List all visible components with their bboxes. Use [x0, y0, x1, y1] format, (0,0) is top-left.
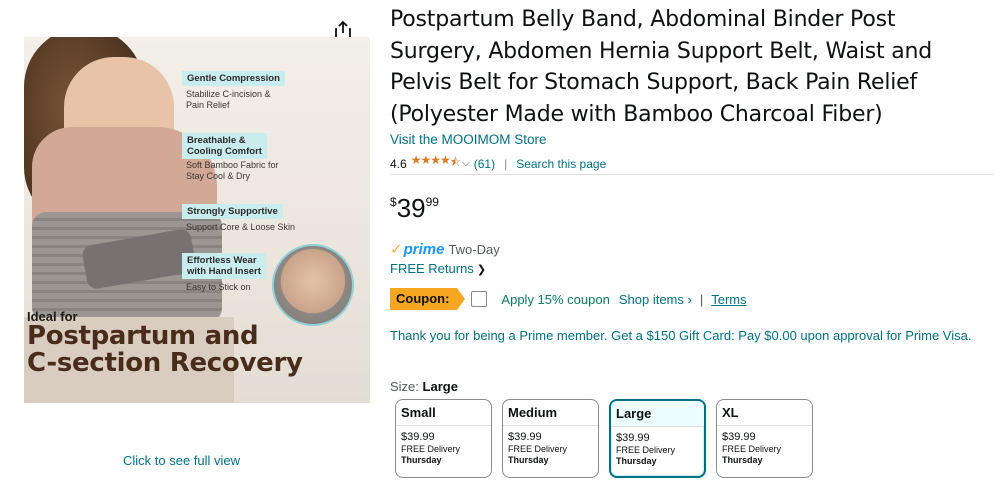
- feature-gentle-compression-desc: Stabilize C-incision &: [186, 89, 271, 99]
- free-returns-link[interactable]: FREE Returns ❯: [390, 261, 486, 276]
- size-price: $39.99: [616, 432, 650, 444]
- price-fraction: 99: [425, 195, 439, 209]
- feature-breathable-desc: Soft Bamboo Fabric for: [186, 160, 279, 170]
- size-delivery: FREE Delivery: [722, 444, 782, 454]
- size-label-prefix: Size:: [390, 379, 419, 394]
- coupon-separator: |: [699, 291, 704, 307]
- shop-items-link[interactable]: Shop items ›: [619, 292, 692, 307]
- price: $3999: [390, 193, 439, 224]
- size-option-xl[interactable]: XL $39.99 FREE Delivery Thursday: [716, 399, 813, 478]
- feature-strongly-supportive: Strongly Supportive: [182, 204, 283, 219]
- size-price: $39.99: [401, 431, 435, 443]
- rating-score: 4.6: [390, 156, 407, 171]
- rating-separator: |: [504, 156, 508, 171]
- headline-line-1: Postpartum and: [27, 321, 259, 351]
- price-whole: 39: [396, 193, 426, 223]
- star-rating-icon[interactable]: ★ ★ ★ ★ ⯪: [411, 153, 461, 174]
- feature-effortless-line-2: with Hand Insert: [187, 266, 261, 277]
- size-price: $39.99: [508, 431, 542, 443]
- size-delivery: FREE Delivery: [508, 444, 568, 454]
- chevron-down-icon: ❯: [476, 264, 487, 276]
- size-delivery-day: Thursday: [722, 455, 763, 465]
- divider: [390, 174, 994, 175]
- feature-breathable: Breathable & Cooling Comfort: [182, 133, 267, 159]
- size-delivery-day: Thursday: [616, 456, 657, 466]
- size-delivery-day: Thursday: [401, 455, 442, 465]
- size-option-large[interactable]: Large $39.99 FREE Delivery Thursday: [609, 399, 706, 478]
- search-this-page-link[interactable]: Search this page: [516, 157, 606, 171]
- feature-strongly-supportive-desc: Support Core & Loose Skin: [186, 222, 296, 232]
- size-delivery: FREE Delivery: [401, 444, 461, 454]
- hand-insert-detail-image: [272, 244, 354, 326]
- size-delivery-day: Thursday: [508, 455, 549, 465]
- apply-coupon-label[interactable]: Apply 15% coupon: [501, 292, 609, 307]
- selected-size: Large: [422, 379, 458, 394]
- size-options: Small $39.99 FREE Delivery Thursday Medi…: [395, 399, 823, 478]
- feature-breathable-line-2: Cooling Comfort: [187, 146, 262, 157]
- coupon-terms-link[interactable]: Terms: [711, 292, 746, 307]
- feature-effortless-wear-desc: Easy to Stick on: [186, 282, 251, 292]
- rating-row: 4.6 ★ ★ ★ ★ ⯪ ⌵ (61) | Search this page: [390, 153, 606, 174]
- price-symbol: $: [390, 195, 397, 209]
- product-main-image[interactable]: Gentle Compression Stabilize C-incision …: [24, 37, 370, 403]
- size-option-medium[interactable]: Medium $39.99 FREE Delivery Thursday: [502, 399, 599, 478]
- rating-count-link[interactable]: (61): [474, 157, 495, 171]
- size-name: XL: [717, 400, 812, 426]
- prime-visa-offer-link[interactable]: Thank you for being a Prime member. Get …: [390, 326, 1000, 346]
- headline-line-2: C-section Recovery: [27, 348, 303, 378]
- feature-breathable-desc-2: Stay Cool & Dry: [186, 171, 251, 181]
- feature-breathable-line-1: Breathable &: [187, 135, 246, 146]
- prime-logo: prime: [403, 240, 445, 258]
- prime-badge: ✓ prime Two-Day: [390, 240, 500, 259]
- store-link[interactable]: Visit the MOOIMOM Store: [390, 132, 547, 147]
- feature-gentle-compression: Gentle Compression: [182, 71, 285, 86]
- prime-two-day: Two-Day: [448, 241, 500, 257]
- coupon-row: Coupon: Apply 15% coupon Shop items › | …: [390, 288, 747, 310]
- size-name: Medium: [503, 400, 598, 426]
- size-delivery: FREE Delivery: [616, 445, 676, 455]
- full-view-link[interactable]: Click to see full view: [123, 453, 240, 468]
- feature-effortless-wear: Effortless Wear with Hand Insert: [182, 253, 266, 279]
- product-title: Postpartum Belly Band, Abdominal Binder …: [390, 7, 933, 127]
- size-price: $39.99: [722, 431, 756, 443]
- feature-gentle-compression-desc-2: Pain Relief: [186, 100, 230, 110]
- size-name: Large: [611, 401, 704, 427]
- size-name: Small: [396, 400, 491, 426]
- coupon-checkbox[interactable]: [471, 291, 488, 307]
- free-returns-label: FREE Returns: [390, 261, 474, 276]
- size-label: Size: Large: [390, 379, 458, 394]
- image-headline: Postpartum and C-section Recovery: [27, 323, 303, 377]
- chevron-down-icon[interactable]: ⌵: [462, 158, 470, 169]
- prime-check-icon: ✓: [390, 241, 403, 258]
- size-option-small[interactable]: Small $39.99 FREE Delivery Thursday: [395, 399, 492, 478]
- feature-effortless-line-1: Effortless Wear: [187, 255, 257, 266]
- coupon-badge: Coupon:: [390, 288, 466, 310]
